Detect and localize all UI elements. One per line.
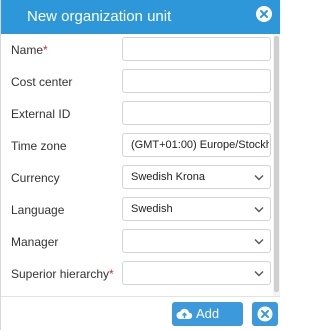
cloud-upload-icon <box>176 308 193 319</box>
scrollbar-thumb[interactable] <box>274 36 279 292</box>
language-value: Swedish <box>131 203 173 215</box>
chevron-down-icon <box>254 175 264 181</box>
form-row-currency: Currency Swedish Krona <box>1 162 273 194</box>
form-row-superior-hierarchy: Superior hierarchy* <box>1 258 273 290</box>
chevron-down-icon <box>254 207 264 213</box>
time-zone-value: (GMT+01:00) Europe/Stockholm <box>131 139 269 151</box>
form-row-manager: Manager <box>1 226 273 258</box>
add-button-label: Add <box>196 306 220 321</box>
time-zone-select[interactable]: (GMT+01:00) Europe/Stockholm <box>122 133 271 157</box>
close-icon <box>260 10 268 18</box>
form-row-name: Name* <box>1 34 273 66</box>
form-row-time-zone: Time zone (GMT+01:00) Europe/Stockholm <box>1 130 273 162</box>
language-select[interactable]: Swedish <box>122 197 271 221</box>
manager-select[interactable] <box>122 229 271 253</box>
language-label: Language <box>11 203 65 217</box>
new-organization-unit-dialog: New organization unit Name* Cost center … <box>0 0 280 331</box>
add-button[interactable]: Add <box>172 302 243 326</box>
currency-label: Currency <box>11 171 60 185</box>
cost-center-input[interactable] <box>122 69 271 93</box>
external-id-input[interactable] <box>122 101 271 125</box>
superior-hierarchy-select[interactable] <box>122 261 271 285</box>
name-input[interactable] <box>122 37 271 61</box>
form-row-external-id: External ID <box>1 98 273 130</box>
form-row-language: Language Swedish <box>1 194 273 226</box>
close-circle-icon <box>257 306 273 322</box>
external-id-label: External ID <box>11 107 71 121</box>
dialog-header: New organization unit <box>1 0 280 34</box>
dialog-footer: Add <box>1 296 280 331</box>
required-marker: * <box>43 43 48 57</box>
form-row-cost-center: Cost center <box>1 66 273 98</box>
chevron-down-icon <box>254 271 264 277</box>
time-zone-label: Time zone <box>11 139 67 153</box>
superior-hierarchy-label: Superior hierarchy* <box>11 267 114 281</box>
chevron-down-icon <box>254 239 264 245</box>
currency-value: Swedish Krona <box>131 171 205 183</box>
close-dialog-button[interactable] <box>256 6 272 22</box>
cancel-button[interactable] <box>252 302 278 326</box>
dialog-title: New organization unit <box>27 8 172 25</box>
currency-select[interactable]: Swedish Krona <box>122 165 271 189</box>
name-label: Name* <box>11 43 48 57</box>
required-marker: * <box>109 267 114 281</box>
cost-center-label: Cost center <box>11 75 73 89</box>
manager-label: Manager <box>11 235 59 249</box>
